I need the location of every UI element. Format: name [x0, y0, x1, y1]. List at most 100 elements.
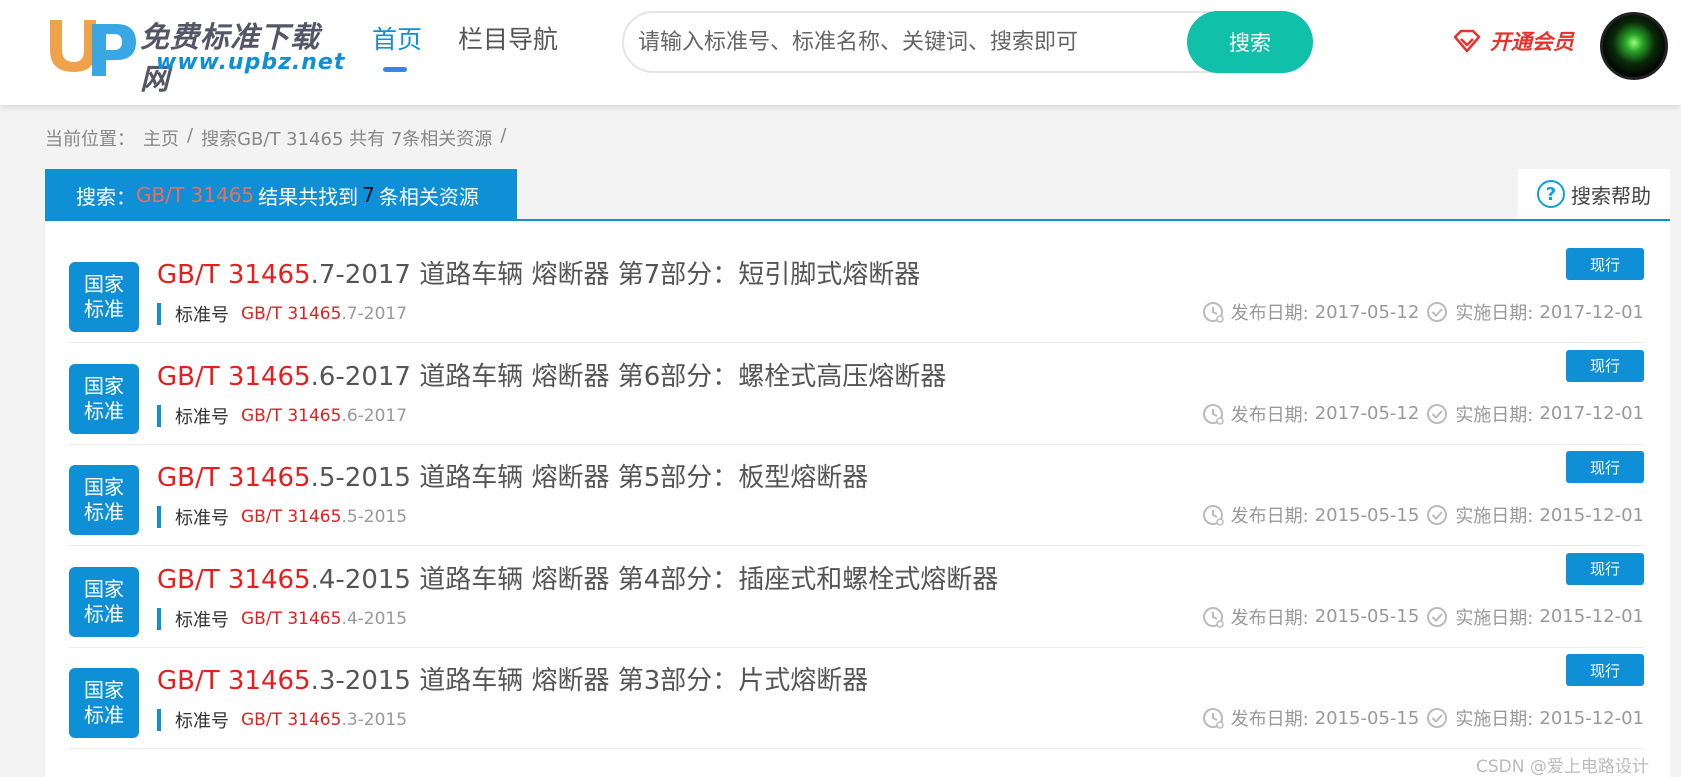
- result-item[interactable]: 国家 标准 GB/T 31465.4-2015 道路车辆 熔断器 第4部分：插座…: [69, 540, 1644, 648]
- effective-date: 2017-12-01: [1539, 301, 1644, 323]
- search-help-button[interactable]: ? 搜索帮助: [1518, 169, 1670, 219]
- meta-accent-bar: [157, 506, 161, 528]
- code-rest: .3-2015: [341, 710, 408, 730]
- code-keyword: GB/T 31465: [241, 304, 342, 324]
- status-badge: 现行: [1566, 654, 1644, 686]
- code-value: GB/T 31465.6-2017: [241, 406, 407, 426]
- result-title[interactable]: GB/T 31465.4-2015 道路车辆 熔断器 第4部分：插座式和螺栓式熔…: [157, 559, 998, 596]
- help-label: 搜索帮助: [1571, 183, 1651, 208]
- code-label: 标准号: [175, 406, 229, 428]
- effective-prefix: 实施日期:: [1455, 607, 1534, 629]
- up-logo-icon: [50, 20, 136, 76]
- nav-active-indicator: [383, 67, 407, 72]
- status-badge: 现行: [1566, 552, 1644, 585]
- publish-prefix: 发布日期:: [1230, 404, 1309, 426]
- effective-prefix: 实施日期:: [1455, 506, 1534, 527]
- search-result-tab[interactable]: 搜索： GB/T 31465 结果共找到 7 条相关资源: [45, 169, 517, 221]
- user-avatar[interactable]: [1600, 12, 1668, 80]
- result-item[interactable]: 国家 标准 GB/T 31465.3-2015 道路车辆 熔断器 第3部分：片式…: [69, 641, 1644, 749]
- clock-icon: [1202, 708, 1224, 729]
- effective-date: 2015-12-01: [1539, 606, 1644, 627]
- code-rest: .4-2015: [341, 608, 408, 629]
- meta-accent-bar: [157, 709, 161, 731]
- national-standard-badge: 国家 标准: [69, 465, 139, 535]
- check-circle-icon: [1427, 708, 1448, 728]
- dates: 发布日期: 2015-05-15 实施日期: 2015-12-01: [1201, 604, 1644, 630]
- publish-date: 2015-05-15: [1314, 606, 1420, 627]
- code-value: GB/T 31465.5-2015: [241, 507, 407, 527]
- national-standard-badge: 国家 标准: [69, 262, 139, 332]
- standard-number: 标准号 GB/T 31465.5-2015: [157, 504, 407, 530]
- breadcrumb-sep: /: [187, 125, 194, 146]
- check-circle-icon: [1427, 606, 1448, 627]
- title-rest: .5-2015 道路车辆 熔断器 第5部分：板型熔断器: [310, 463, 869, 493]
- question-icon: ?: [1537, 180, 1565, 208]
- vip-link[interactable]: 开通会员: [1452, 26, 1574, 56]
- result-item[interactable]: 国家 标准 GB/T 31465.5-2015 道路车辆 熔断器 第5部分：板型…: [69, 438, 1644, 546]
- check-circle-icon: [1427, 302, 1448, 322]
- status-badge: 现行: [1566, 248, 1644, 280]
- meta-accent-bar: [157, 303, 161, 325]
- result-list: 国家 标准 GB/T 31465.7-2017 道路车辆 熔断器 第7部分：短引…: [45, 221, 1670, 777]
- breadcrumb: 当前位置： 主页 / 搜索GB/T 31465 共有 7条相关资源 /: [45, 125, 506, 151]
- publish-prefix: 发布日期:: [1230, 303, 1309, 324]
- badge-line2: 标准: [84, 398, 124, 423]
- result-title[interactable]: GB/T 31465.3-2015 道路车辆 熔断器 第3部分：片式熔断器: [157, 660, 868, 697]
- search-box: 搜索: [622, 11, 1313, 73]
- vip-label: 开通会员: [1490, 30, 1574, 54]
- result-title[interactable]: GB/T 31465.5-2015 道路车辆 熔断器 第5部分：板型熔断器: [157, 457, 868, 494]
- site-logo[interactable]: 免费标准下载网 www.upbz.net: [44, 10, 344, 96]
- result-title[interactable]: GB/T 31465.7-2017 道路车辆 熔断器 第7部分：短引脚式熔断器: [157, 254, 920, 291]
- effective-prefix: 实施日期:: [1455, 303, 1534, 324]
- title-rest: .4-2015 道路车辆 熔断器 第4部分：插座式和螺栓式熔断器: [310, 564, 999, 595]
- code-rest: .5-2015: [341, 507, 408, 527]
- title-keyword: GB/T 31465: [157, 666, 311, 696]
- check-circle-icon: [1427, 403, 1448, 424]
- result-prefix: 搜索：: [76, 184, 136, 209]
- effective-date: 2015-12-01: [1539, 504, 1644, 526]
- code-label: 标准号: [175, 305, 229, 326]
- publish-prefix: 发布日期:: [1230, 506, 1309, 527]
- nav-home[interactable]: 首页: [372, 20, 422, 56]
- breadcrumb-sep: /: [500, 125, 507, 146]
- code-rest: .7-2017: [341, 304, 408, 324]
- badge-line2: 标准: [84, 703, 124, 727]
- clock-icon: [1202, 606, 1224, 628]
- publish-prefix: 发布日期:: [1230, 709, 1309, 730]
- watermark: CSDN @爱上电路设计: [1476, 757, 1649, 777]
- result-title[interactable]: GB/T 31465.6-2017 道路车辆 熔断器 第6部分：螺栓式高压熔断器: [157, 356, 946, 393]
- national-standard-badge: 国家 标准: [69, 668, 139, 738]
- breadcrumb-prefix: 当前位置：: [45, 129, 135, 150]
- nav-columns[interactable]: 栏目导航: [458, 20, 558, 56]
- search-input[interactable]: [638, 27, 1158, 57]
- title-keyword: GB/T 31465: [157, 260, 311, 290]
- breadcrumb-home[interactable]: 主页: [143, 125, 179, 151]
- title-keyword: GB/T 31465: [157, 564, 311, 595]
- check-circle-icon: [1427, 505, 1448, 525]
- effective-prefix: 实施日期:: [1455, 709, 1534, 730]
- title-rest: .6-2017 道路车辆 熔断器 第6部分：螺栓式高压熔断器: [310, 361, 947, 392]
- result-item[interactable]: 国家 标准 GB/T 31465.6-2017 道路车辆 熔断器 第6部分：螺栓…: [69, 337, 1644, 445]
- result-tab-bar: 搜索： GB/T 31465 结果共找到 7 条相关资源 ? 搜索帮助: [45, 169, 1670, 221]
- meta-accent-bar: [157, 607, 161, 630]
- badge-line1: 国家: [84, 678, 124, 702]
- publish-date: 2017-05-12: [1314, 301, 1420, 323]
- badge-line1: 国家: [84, 576, 124, 601]
- dates: 发布日期: 2015-05-15 实施日期: 2015-12-01: [1201, 502, 1644, 528]
- status-badge: 现行: [1566, 349, 1644, 382]
- code-keyword: GB/T 31465: [241, 507, 342, 527]
- code-keyword: GB/T 31465: [241, 405, 342, 426]
- badge-line2: 标准: [84, 601, 124, 626]
- search-button[interactable]: 搜索: [1187, 11, 1313, 73]
- code-value: GB/T 31465.3-2015: [241, 710, 407, 730]
- code-label: 标准号: [175, 508, 229, 529]
- dates: 发布日期: 2017-05-12 实施日期: 2017-12-01: [1201, 299, 1644, 325]
- code-label: 标准号: [175, 711, 229, 732]
- result-item[interactable]: 国家 标准 GB/T 31465.7-2017 道路车辆 熔断器 第7部分：短引…: [69, 235, 1644, 343]
- code-label: 标准号: [175, 609, 229, 631]
- diamond-icon: [1453, 29, 1481, 53]
- publish-prefix: 发布日期:: [1230, 607, 1309, 629]
- site-header: 免费标准下载网 www.upbz.net 首页 栏目导航 搜索 开通会员: [0, 0, 1681, 105]
- dates: 发布日期: 2015-05-15 实施日期: 2015-12-01: [1201, 705, 1644, 731]
- badge-line1: 国家: [84, 475, 124, 499]
